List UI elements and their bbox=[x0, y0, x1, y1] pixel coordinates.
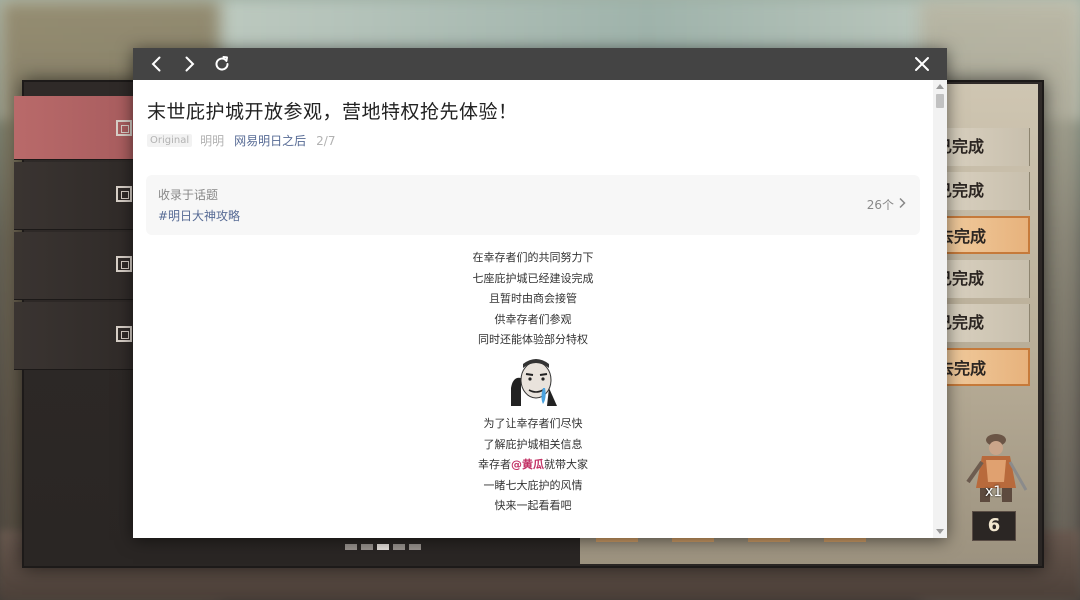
article-line: 一睹七大庇护的风情 bbox=[483, 478, 583, 492]
article-line: 七座庇护城已经建设完成 bbox=[472, 271, 594, 285]
article-line: 了解庇护城相关信息 bbox=[483, 437, 583, 451]
meme-sticker-icon bbox=[509, 357, 557, 406]
mention-link[interactable]: @黄瓜 bbox=[511, 458, 544, 471]
article-line: 为了让幸存者们尽快 bbox=[483, 417, 583, 430]
account-link[interactable]: 网易明日之后 bbox=[234, 132, 306, 149]
webview-window: 末世庇护城开放参观，营地特权抢先体验！ Original 明明 网易明日之后 2… bbox=[133, 48, 947, 538]
article-body-continued: 为了让幸存者们尽快 了解庇护城相关信息 幸存者@黄瓜就带大家 一睹七大庇护的风情快… bbox=[133, 414, 933, 517]
refresh-icon bbox=[215, 56, 229, 71]
article-body: 在幸存者们的共同努力下 七座庇护城已经建设完成 且暂时由商会接管 供幸存者们参观同时还… bbox=[133, 248, 933, 420]
article-author: 明明 bbox=[200, 134, 225, 148]
reward-quantity: x1 bbox=[985, 484, 1003, 500]
topic-tag-link[interactable]: #明日大神攻略 bbox=[158, 207, 240, 224]
mention-suffix: 就带大家 bbox=[544, 458, 588, 471]
tab-square-icon bbox=[116, 186, 132, 202]
close-button[interactable] bbox=[906, 48, 938, 80]
refresh-button[interactable] bbox=[206, 48, 238, 80]
tab-square-icon bbox=[116, 120, 132, 136]
original-badge: Original bbox=[147, 134, 193, 147]
chevron-right-icon bbox=[185, 56, 195, 72]
article-title: 末世庇护城开放参观，营地特权抢先体验！ bbox=[147, 101, 518, 123]
article-line: 同时还能体验部分特权 bbox=[478, 333, 588, 346]
reward-count: 6 bbox=[972, 511, 1016, 541]
article-meta: Original 明明 网易明日之后 2/7 bbox=[147, 132, 335, 149]
article-line-mention: 幸存者@黄瓜就带大家 bbox=[133, 455, 933, 476]
page-dot bbox=[345, 544, 357, 550]
forward-button[interactable] bbox=[173, 48, 205, 80]
article-content[interactable]: 末世庇护城开放参观，营地特权抢先体验！ Original 明明 网易明日之后 2… bbox=[133, 80, 933, 538]
page-indicator: 2/7 bbox=[316, 133, 336, 148]
chevron-left-icon bbox=[151, 56, 161, 72]
page-dot bbox=[409, 544, 421, 550]
scrollbar[interactable] bbox=[933, 80, 947, 538]
page-dot bbox=[393, 544, 405, 550]
article-line: 且暂时由商会接管 bbox=[489, 292, 577, 305]
tab-square-icon bbox=[116, 326, 132, 342]
mention-prefix: 幸存者 bbox=[478, 458, 511, 471]
scroll-down-arrow[interactable] bbox=[936, 529, 944, 534]
topic-card[interactable]: 收录于话题 #明日大神攻略 26个 bbox=[146, 175, 920, 235]
article-line: 快来一起看看吧 bbox=[494, 499, 572, 512]
scroll-thumb[interactable] bbox=[936, 94, 944, 108]
article-line: 在幸存者们的共同努力下 bbox=[472, 251, 594, 264]
back-button[interactable] bbox=[141, 48, 173, 80]
webview-toolbar bbox=[133, 48, 947, 80]
article-line: 供幸存者们参观 bbox=[494, 312, 572, 326]
topic-count: 26个 bbox=[866, 198, 894, 212]
page-dot bbox=[377, 544, 389, 550]
scroll-up-arrow[interactable] bbox=[936, 84, 944, 89]
close-icon bbox=[915, 57, 929, 71]
page-dot bbox=[361, 544, 373, 550]
chevron-right-icon bbox=[899, 197, 906, 209]
tab-square-icon bbox=[116, 256, 132, 272]
topic-label: 收录于话题 bbox=[158, 188, 219, 202]
